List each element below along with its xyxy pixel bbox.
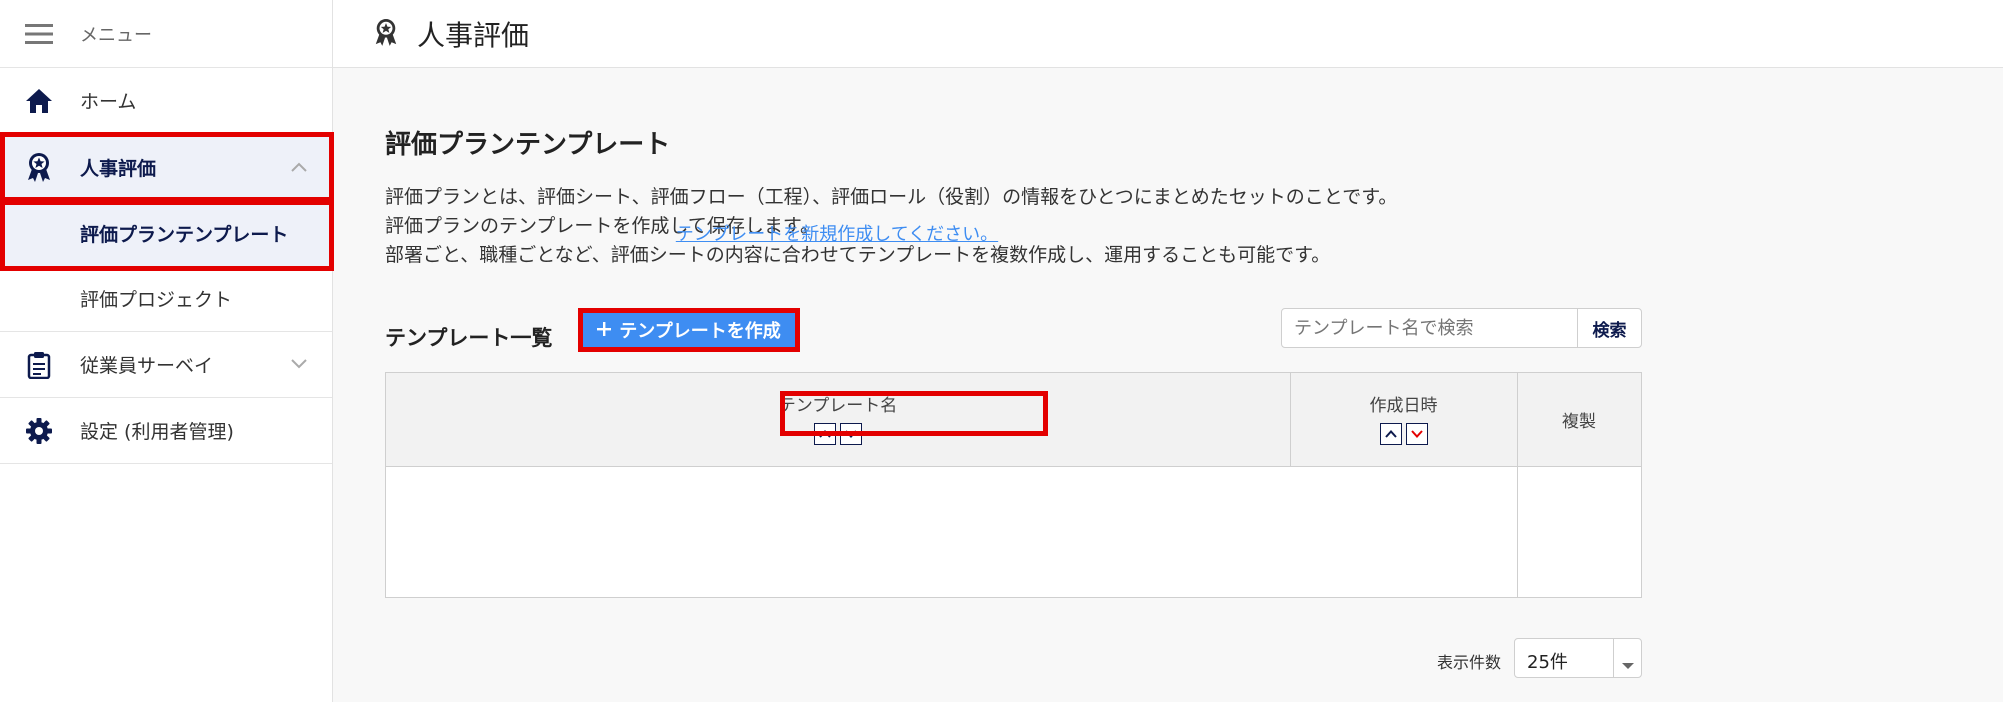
description-line: 評価プランとは、評価シート、評価フロー（工程）、評価ロール（役割）の情報をひとつ… xyxy=(385,186,1398,208)
sidebar-item-label: 人事評価 xyxy=(80,157,157,180)
sidebar-item-settings[interactable]: 設定 (利用者管理) xyxy=(0,398,332,464)
sort-desc-button[interactable] xyxy=(1405,423,1428,445)
chevron-down-icon xyxy=(290,355,308,374)
sort-asc-button[interactable] xyxy=(814,423,836,445)
column-template-name: テンプレート名 xyxy=(386,373,1291,466)
hamburger-icon xyxy=(24,19,54,49)
chevron-up-icon xyxy=(290,158,308,177)
sidebar-item-label: 評価プロジェクト xyxy=(80,289,233,311)
sidebar-item-label: ホーム xyxy=(80,91,137,113)
award-icon xyxy=(24,152,54,182)
top-header: 人事評価 xyxy=(333,0,2003,68)
award-icon xyxy=(373,17,399,51)
chevron-down-icon xyxy=(1410,424,1424,444)
sidebar-item-home[interactable]: ホーム xyxy=(0,68,332,134)
search-button[interactable]: 検索 xyxy=(1577,308,1642,348)
chevron-up-icon xyxy=(1384,424,1398,444)
plus-icon xyxy=(597,320,612,341)
menu-toggle[interactable]: メニュー xyxy=(0,0,332,68)
per-page-value: 25件 xyxy=(1527,652,1568,673)
page-title: 評価プランテンプレート xyxy=(385,130,671,160)
search-input[interactable] xyxy=(1281,308,1578,348)
main-content: 評価プランテンプレート 評価プランとは、評価シート、評価フロー（工程）、評価ロー… xyxy=(333,68,2003,702)
per-page-select[interactable]: 25件 xyxy=(1514,638,1642,678)
table-header: テンプレート名 作成日時 複製 xyxy=(386,373,1641,467)
template-list-title: テンプレート一覧 xyxy=(385,326,553,350)
column-label: 複製 xyxy=(1562,412,1596,432)
sort-buttons xyxy=(1290,423,1517,445)
table-cell xyxy=(1517,466,1642,597)
column-label: 作成日時 xyxy=(1369,396,1438,416)
create-new-template-link[interactable]: テンプレートを新規作成してください。 xyxy=(385,220,1289,246)
sort-asc-button[interactable] xyxy=(1379,423,1402,445)
chevron-down-icon xyxy=(844,424,858,444)
sidebar-item-label: 設定 (利用者管理) xyxy=(80,421,234,443)
sort-desc-button[interactable] xyxy=(840,423,862,445)
menu-label: メニュー xyxy=(80,24,152,46)
template-table: テンプレート名 作成日時 複製 xyxy=(385,372,1642,598)
caret-down-icon xyxy=(1621,655,1635,674)
create-template-label: テンプレートを作成 xyxy=(619,321,781,342)
column-duplicate: 複製 xyxy=(1517,373,1641,466)
column-label: テンプレート名 xyxy=(778,396,898,416)
sidebar: メニュー ホーム 人事評価 評価プランテンプレート 評価プロジェクト 従業員サー… xyxy=(0,0,333,702)
sidebar-item-evaluation-project[interactable]: 評価プロジェクト xyxy=(0,266,332,332)
sidebar-item-plan-template[interactable]: 評価プランテンプレート xyxy=(0,200,332,266)
sidebar-item-hr-evaluation[interactable]: 人事評価 xyxy=(0,134,332,200)
column-created-at: 作成日時 xyxy=(1290,373,1518,466)
per-page-label: 表示件数 xyxy=(1437,653,1502,672)
home-icon xyxy=(24,86,54,116)
sidebar-item-label: 評価プランテンプレート xyxy=(80,223,289,246)
create-template-button[interactable]: テンプレートを作成 xyxy=(581,311,797,349)
gear-icon xyxy=(24,416,54,446)
sidebar-item-employee-survey[interactable]: 従業員サーベイ xyxy=(0,332,332,398)
sort-buttons xyxy=(386,423,1290,445)
sidebar-item-label: 従業員サーベイ xyxy=(80,355,214,377)
header-title: 人事評価 xyxy=(417,19,530,52)
chevron-up-icon xyxy=(818,424,832,444)
divider xyxy=(1613,639,1614,677)
clipboard-icon xyxy=(24,350,54,380)
